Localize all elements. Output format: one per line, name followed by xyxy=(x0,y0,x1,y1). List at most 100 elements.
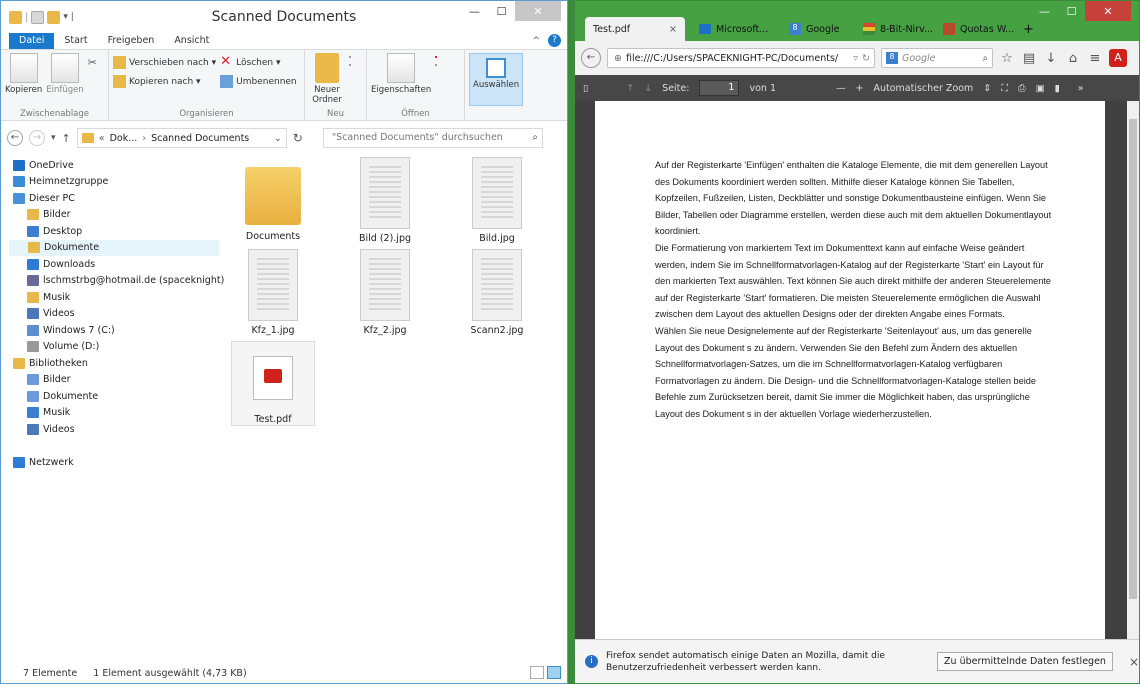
copy-button[interactable]: Kopieren xyxy=(5,53,42,106)
details-view-button[interactable] xyxy=(530,666,544,679)
help-icon[interactable]: ? xyxy=(548,34,561,47)
nav-item[interactable]: Dokumente xyxy=(9,239,219,256)
nav-item[interactable]: Dokumente xyxy=(9,388,219,405)
move-to-button[interactable]: Verschieben nach ▾ xyxy=(113,56,216,69)
previous-page-icon[interactable]: ↑ xyxy=(626,83,634,94)
nav-item[interactable]: Bilder xyxy=(9,207,219,224)
paste-button[interactable]: Einfügen xyxy=(46,53,84,106)
tab-google[interactable]: 8 Google xyxy=(781,17,848,41)
file-item[interactable]: Bild (2).jpg xyxy=(343,157,427,244)
print-icon[interactable]: ⎙ xyxy=(1018,83,1026,94)
nav-item[interactable]: OneDrive xyxy=(9,157,219,174)
back-button[interactable]: ← xyxy=(581,48,601,68)
nav-item[interactable]: Videos xyxy=(9,421,219,438)
maximize-button[interactable]: ☐ xyxy=(488,1,515,21)
next-page-icon[interactable]: ↓ xyxy=(644,83,652,94)
new-item-icon[interactable] xyxy=(349,56,351,58)
large-icons-view-button[interactable] xyxy=(547,666,561,679)
bookmark-icon[interactable]: ▮ xyxy=(1055,83,1060,94)
nav-item[interactable]: Netzwerk xyxy=(9,454,219,471)
qat-dropdown-icon[interactable]: ▾ | xyxy=(63,12,73,22)
file-item[interactable]: Test.pdf xyxy=(231,341,315,426)
nav-item[interactable]: Heimnetzgruppe xyxy=(9,174,219,191)
zoom-out-icon[interactable]: — xyxy=(836,83,846,94)
forward-button[interactable]: → xyxy=(29,130,45,146)
nav-item[interactable]: lschmstrbg@hotmail.de (spaceknight) xyxy=(9,273,224,290)
file-item[interactable]: Scann2.jpg xyxy=(455,249,539,336)
rename-button[interactable]: Umbenennen xyxy=(220,75,297,88)
page-number-input[interactable]: 1 xyxy=(699,80,740,96)
tools-icon[interactable]: » xyxy=(1078,83,1084,94)
back-button[interactable]: ← xyxy=(7,130,23,146)
tab-microsoft[interactable]: Microsoft... xyxy=(691,17,776,41)
explorer-titlebar[interactable]: | ▾ | Scanned Documents — ☐ ✕ xyxy=(1,1,567,33)
zoom-select[interactable]: Automatischer Zoom xyxy=(873,83,973,94)
refresh-icon[interactable]: ↻ xyxy=(293,131,303,145)
breadcrumb-dokumente[interactable]: Dok... xyxy=(110,133,138,144)
sidebar-toggle-icon[interactable]: ▯ xyxy=(583,83,588,94)
minimize-button[interactable]: — xyxy=(1031,1,1058,21)
scrollbar[interactable] xyxy=(1127,101,1139,641)
recent-dropdown-icon[interactable]: ▾ xyxy=(51,133,56,143)
nav-item[interactable]: Videos xyxy=(9,306,219,323)
properties-icon[interactable] xyxy=(31,10,45,24)
search-bar[interactable]: 8 Google ⌕ xyxy=(881,48,993,68)
ribbon-collapse-icon[interactable]: ^ xyxy=(532,36,540,46)
open-icon[interactable] xyxy=(435,56,438,58)
close-tab-icon[interactable]: × xyxy=(669,24,677,35)
home-icon[interactable]: ⌂ xyxy=(1065,51,1081,66)
nav-item[interactable]: Windows 7 (C:) xyxy=(9,322,219,339)
nav-item[interactable]: Desktop xyxy=(9,223,219,240)
tab-freigeben[interactable]: Freigeben xyxy=(98,33,165,49)
search-input[interactable]: "Scanned Documents" durchsuchen ⌕ xyxy=(322,128,543,148)
tab-8bit[interactable]: 8-Bit-Nirv... xyxy=(855,17,941,41)
file-item[interactable]: Kfz_2.jpg xyxy=(343,249,427,336)
breadcrumb-scanned[interactable]: Scanned Documents xyxy=(151,133,249,144)
menu-icon[interactable]: ≡ xyxy=(1087,51,1103,66)
new-folder-button[interactable]: Neuer Ordner xyxy=(309,53,345,106)
copy-to-button[interactable]: Kopieren nach ▾ xyxy=(113,75,216,88)
acrobat-icon[interactable]: A xyxy=(1109,49,1127,67)
nav-item[interactable]: Downloads xyxy=(9,256,219,273)
url-bar[interactable]: ⊕ file:///C:/Users/SPACEKNIGHT-PC/Docume… xyxy=(607,48,875,68)
close-notification-icon[interactable]: × xyxy=(1129,655,1139,669)
file-item[interactable]: Kfz_1.jpg xyxy=(231,249,315,336)
breadcrumb[interactable]: « Dok... › Scanned Documents ⌄ xyxy=(76,128,287,148)
tab-ansicht[interactable]: Ansicht xyxy=(164,33,219,49)
close-button[interactable]: ✕ xyxy=(515,1,561,21)
zoom-dropdown-icon[interactable]: ⇕ xyxy=(983,83,991,94)
close-button[interactable]: ✕ xyxy=(1085,1,1131,21)
easy-access-icon[interactable] xyxy=(349,64,351,66)
download-icon[interactable]: ↓ xyxy=(1043,51,1059,66)
dropdown-icon[interactable]: ▿ xyxy=(853,53,858,64)
edit-icon[interactable] xyxy=(435,64,438,66)
tab-datei[interactable]: Datei xyxy=(9,33,55,49)
tab-start[interactable]: Start xyxy=(54,33,97,49)
file-item[interactable]: Documents xyxy=(231,157,315,242)
properties-button[interactable]: Eigenschaften xyxy=(371,53,431,106)
save-icon[interactable]: ▣ xyxy=(1036,83,1045,94)
maximize-button[interactable]: ☐ xyxy=(1058,1,1085,21)
nav-item[interactable]: Bibliotheken xyxy=(9,355,219,372)
presentation-mode-icon[interactable]: ⛶ xyxy=(1001,83,1008,94)
search-icon[interactable]: ⌕ xyxy=(983,53,992,64)
choose-data-button[interactable]: Zu übermittelnde Daten festlegen xyxy=(937,652,1113,671)
tab-test-pdf[interactable]: Test.pdf × xyxy=(585,17,685,41)
chevron-down-icon[interactable]: ⌄ xyxy=(274,133,282,144)
nav-item[interactable]: Bilder xyxy=(9,372,219,389)
overflow-icon[interactable]: « xyxy=(99,133,105,144)
tab-quotas[interactable]: Quotas W... xyxy=(935,17,1022,41)
scrollbar-thumb[interactable] xyxy=(1129,119,1137,599)
cut-icon[interactable]: ✂ xyxy=(88,56,97,69)
file-item[interactable]: Bild.jpg xyxy=(455,157,539,244)
zoom-in-icon[interactable]: + xyxy=(856,83,864,94)
bookmark-star-icon[interactable]: ☆ xyxy=(999,51,1015,66)
select-button[interactable]: Auswählen xyxy=(469,53,524,106)
delete-button[interactable]: ✕ Löschen ▾ xyxy=(220,55,297,69)
reload-icon[interactable]: ↻ xyxy=(862,53,874,64)
reading-list-icon[interactable]: ▤ xyxy=(1021,51,1037,66)
nav-item[interactable]: Dieser PC xyxy=(9,190,219,207)
minimize-button[interactable]: — xyxy=(461,1,488,21)
nav-item[interactable]: Musik xyxy=(9,289,219,306)
new-folder-icon[interactable] xyxy=(47,10,61,24)
